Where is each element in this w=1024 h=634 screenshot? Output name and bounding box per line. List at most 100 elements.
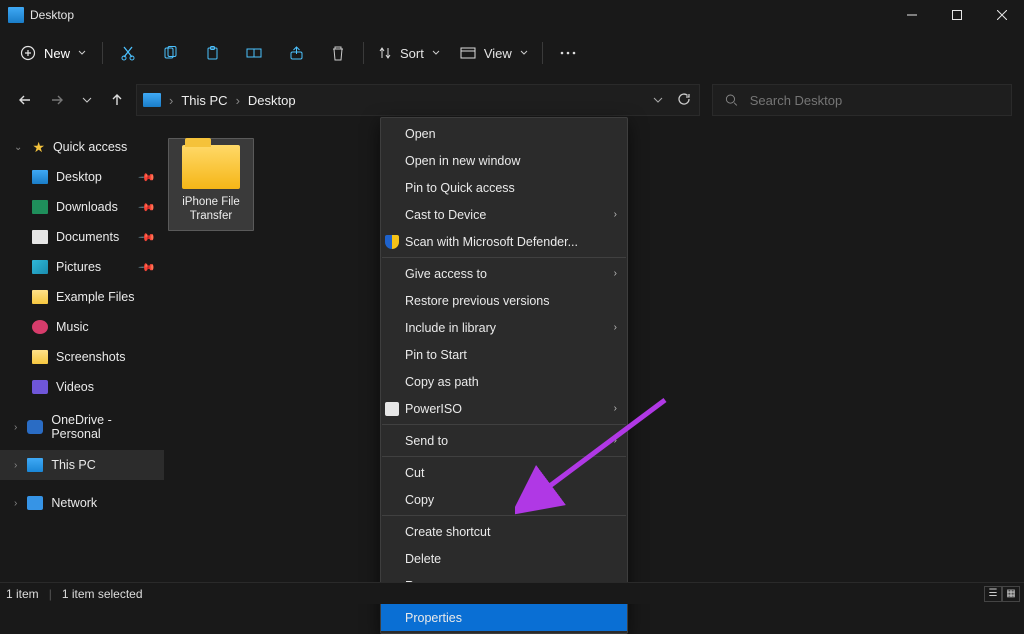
ctx-give-access[interactable]: Give access to› (381, 260, 627, 287)
arrow-left-icon (18, 93, 32, 107)
ctx-open-new-window[interactable]: Open in new window (381, 147, 627, 174)
sidebar-item-screenshots[interactable]: Screenshots (0, 342, 164, 372)
ctx-delete[interactable]: Delete (381, 545, 627, 572)
sidebar-item-this-pc[interactable]: ›This PC (0, 450, 164, 480)
toolbar: New Sort View (0, 30, 1024, 76)
search-input[interactable] (750, 93, 999, 108)
ctx-poweriso[interactable]: PowerISO› (381, 395, 627, 422)
ctx-pin-quick-access[interactable]: Pin to Quick access (381, 174, 627, 201)
back-button[interactable] (18, 93, 32, 107)
sidebar-item-desktop[interactable]: Desktop📌 (0, 162, 164, 192)
ctx-include-library[interactable]: Include in library› (381, 314, 627, 341)
minimize-icon (907, 10, 917, 20)
sidebar-item-onedrive[interactable]: ›OneDrive - Personal (0, 412, 164, 442)
shield-icon (385, 235, 399, 249)
folder-item-iphone-transfer[interactable]: iPhone File Transfer (168, 138, 254, 231)
ctx-copy[interactable]: Copy (381, 486, 627, 513)
copy-button[interactable] (149, 35, 191, 71)
forward-button[interactable] (50, 93, 64, 107)
refresh-icon (677, 92, 691, 106)
chevron-down-icon (78, 49, 86, 57)
sidebar-item-example[interactable]: Example Files (0, 282, 164, 312)
network-icon (27, 496, 43, 510)
view-icon (460, 47, 476, 59)
arrow-right-icon (50, 93, 64, 107)
up-button[interactable] (110, 93, 124, 107)
poweriso-icon (385, 402, 399, 416)
pin-icon: 📌 (138, 168, 157, 187)
status-count: 1 item (6, 587, 39, 601)
address-history-button[interactable] (653, 93, 663, 108)
window-controls (889, 0, 1024, 30)
star-icon: ★ (32, 139, 45, 156)
clipboard-icon (205, 46, 220, 61)
chevron-down-icon (82, 95, 92, 105)
close-button[interactable] (979, 0, 1024, 30)
chevron-down-icon (520, 49, 528, 57)
crumb-this-pc[interactable]: This PC (181, 93, 227, 108)
paste-button[interactable] (191, 35, 233, 71)
details-view-button[interactable]: ☰ (984, 586, 1002, 602)
maximize-button[interactable] (934, 0, 979, 30)
pin-icon: 📌 (138, 198, 157, 217)
pin-icon: 📌 (138, 258, 157, 277)
breadcrumb[interactable]: › This PC › Desktop (169, 93, 296, 108)
sort-label: Sort (400, 46, 424, 61)
sort-button[interactable]: Sort (368, 40, 450, 67)
refresh-button[interactable] (677, 92, 691, 109)
sort-icon (378, 46, 392, 60)
pc-icon (27, 458, 43, 472)
delete-button[interactable] (317, 35, 359, 71)
ctx-send-to[interactable]: Send to› (381, 427, 627, 454)
ctx-properties[interactable]: Properties (381, 604, 627, 631)
view-button[interactable]: View (450, 40, 538, 67)
window-title: Desktop (30, 8, 74, 22)
address-bar[interactable]: › This PC › Desktop (136, 84, 700, 116)
more-button[interactable] (547, 35, 589, 71)
sidebar: ⌄★Quick access Desktop📌 Downloads📌 Docum… (0, 124, 164, 582)
ctx-pin-start[interactable]: Pin to Start (381, 341, 627, 368)
chevron-right-icon: › (614, 435, 617, 446)
app-icon (8, 7, 24, 23)
sidebar-item-downloads[interactable]: Downloads📌 (0, 192, 164, 222)
pictures-icon (32, 260, 48, 274)
scissors-icon (120, 45, 136, 61)
sidebar-item-pictures[interactable]: Pictures📌 (0, 252, 164, 282)
chevron-down-icon (653, 95, 663, 105)
ctx-copy-path[interactable]: Copy as path (381, 368, 627, 395)
arrow-up-icon (110, 93, 124, 107)
chevron-right-icon: › (614, 209, 617, 220)
minimize-button[interactable] (889, 0, 934, 30)
crumb-desktop[interactable]: Desktop (248, 93, 296, 108)
cut-button[interactable] (107, 35, 149, 71)
search-box[interactable] (712, 84, 1012, 116)
sidebar-quick-access[interactable]: ⌄★Quick access (0, 132, 164, 162)
ctx-create-shortcut[interactable]: Create shortcut (381, 518, 627, 545)
ctx-cast-to-device[interactable]: Cast to Device› (381, 201, 627, 228)
downloads-icon (32, 200, 48, 214)
recent-button[interactable] (82, 95, 92, 105)
ctx-cut[interactable]: Cut (381, 459, 627, 486)
ctx-defender-scan[interactable]: Scan with Microsoft Defender... (381, 228, 627, 255)
view-label: View (484, 46, 512, 61)
share-button[interactable] (275, 35, 317, 71)
sidebar-item-music[interactable]: Music (0, 312, 164, 342)
sidebar-item-network[interactable]: ›Network (0, 488, 164, 518)
documents-icon (32, 230, 48, 244)
rename-icon (246, 46, 262, 60)
status-bar: 1 item | 1 item selected ☰ ▦ (0, 582, 1024, 604)
sidebar-item-videos[interactable]: Videos (0, 372, 164, 402)
maximize-icon (952, 10, 962, 20)
cloud-icon (27, 420, 43, 434)
folder-label: iPhone File Transfer (172, 195, 250, 224)
rename-button[interactable] (233, 35, 275, 71)
thumbnails-view-button[interactable]: ▦ (1002, 586, 1020, 602)
ctx-open[interactable]: Open (381, 120, 627, 147)
chevron-right-icon: › (614, 403, 617, 414)
new-button[interactable]: New (8, 39, 98, 67)
ctx-restore-versions[interactable]: Restore previous versions (381, 287, 627, 314)
status-selected: 1 item selected (62, 587, 143, 601)
sidebar-item-documents[interactable]: Documents📌 (0, 222, 164, 252)
context-menu: Open Open in new window Pin to Quick acc… (380, 117, 628, 634)
desktop-icon (32, 170, 48, 184)
